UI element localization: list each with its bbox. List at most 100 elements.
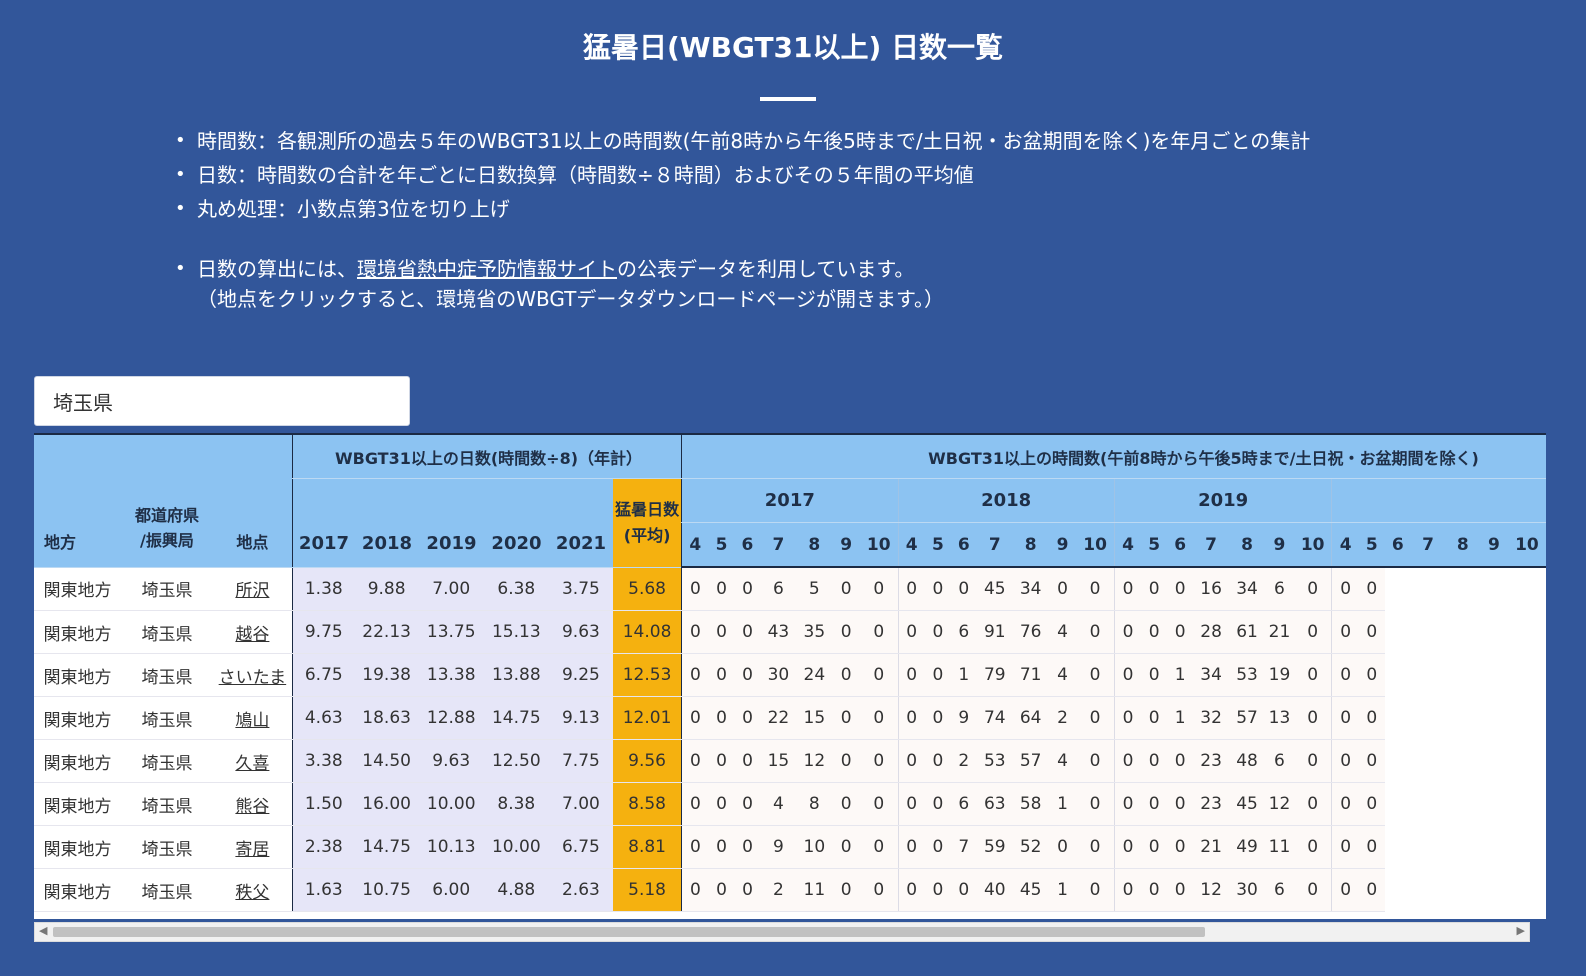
month-header: 6 [1384, 522, 1411, 568]
hours-cell: 0 [1331, 653, 1359, 697]
hours-cell: 0 [1167, 782, 1194, 826]
hours-cell: 5 [796, 567, 833, 611]
month-header: 9 [1480, 522, 1508, 568]
hours-cell: 0 [897, 567, 925, 611]
horizontal-scrollbar[interactable]: ◀ ▶ [34, 922, 1530, 942]
month-header: 9 [832, 522, 860, 568]
note-source-suffix: の公表データを利用しています。 [617, 257, 915, 281]
site-link[interactable]: さいたま [219, 668, 287, 688]
hours-cell: 0 [1076, 825, 1115, 869]
hours-cell: 0 [860, 653, 898, 697]
month-header: 9 [1264, 522, 1294, 568]
hours-cell: 0 [832, 610, 860, 654]
hours-cell: 45 [1012, 868, 1049, 912]
hours-cell: 21 [1264, 610, 1294, 654]
hours-cell: 0 [1358, 696, 1385, 740]
hours-cell: 2 [950, 739, 977, 783]
days-cell: 1.50 [291, 782, 355, 826]
hours-cell: 23 [1193, 739, 1230, 783]
hours-cell: 0 [1167, 825, 1194, 869]
hours-cell: 0 [1048, 567, 1077, 611]
hours-cell: 0 [681, 653, 709, 697]
scrollbar-thumb[interactable] [53, 927, 1205, 937]
site-link[interactable]: 所沢 [235, 581, 269, 601]
prefecture-cell: 埼玉県 [121, 610, 213, 654]
hours-cell: 0 [860, 567, 898, 611]
scroll-left-arrow-icon[interactable]: ◀ [39, 924, 47, 937]
hours-cell: 0 [734, 739, 761, 783]
avg-days-cell: 5.18 [612, 868, 682, 912]
hours-cell: 0 [897, 739, 925, 783]
prefecture-cell: 埼玉県 [121, 825, 213, 869]
hours-cell: 76 [1012, 610, 1049, 654]
hours-cell: 0 [681, 825, 709, 869]
hours-cell: 0 [1113, 610, 1142, 654]
hours-cell: 12 [796, 739, 833, 783]
avg-days-cell: 14.08 [612, 610, 682, 654]
prefecture-filter-input[interactable] [34, 376, 410, 426]
month-header: 7 [1410, 522, 1446, 568]
days-cell: 4.63 [291, 696, 355, 740]
site-link[interactable]: 秩父 [235, 883, 269, 903]
hours-cell: 24 [796, 653, 833, 697]
hours-cell: 0 [681, 739, 709, 783]
days-cell: 7.00 [418, 567, 484, 611]
hours-cell: 0 [708, 739, 735, 783]
hours-cell: 0 [708, 567, 735, 611]
hours-cell: 0 [734, 825, 761, 869]
scroll-right-arrow-icon[interactable]: ▶ [1517, 924, 1525, 937]
month-header: 5 [708, 522, 735, 568]
table-row: 関東地方 埼玉県 秩父 1.63 10.75 6.00 4.88 2.63 5.18 0 0 0 2 11… [34, 868, 1546, 912]
hours-cell: 0 [708, 696, 735, 740]
table-row: 関東地方 埼玉県 久喜 3.38 14.50 9.63 12.50 7.75 9.56 0 0 0 15… [34, 739, 1546, 783]
note-days: 日数：時間数の合計を年ごとに日数換算（時間数÷８時間）およびその５年間の平均値 [175, 158, 1310, 192]
moe-site-link[interactable]: 環境省熱中症予防情報サイト [357, 257, 617, 281]
hours-cell: 0 [1113, 696, 1142, 740]
hours-cell: 0 [1141, 610, 1168, 654]
site-cell: 秩父 [212, 868, 293, 912]
hours-cell: 0 [860, 782, 898, 826]
hours-cell: 1 [1048, 782, 1077, 826]
hours-cell: 0 [1331, 696, 1359, 740]
site-link[interactable]: 鳩山 [235, 711, 269, 731]
hours-cell: 0 [734, 653, 761, 697]
data-table-container[interactable]: 地方 都道府県 /振興局 地点 WBGT31以上の日数(時間数÷8)（年計） W… [34, 433, 1546, 919]
hours-cell: 0 [1293, 653, 1332, 697]
days-cell: 14.75 [483, 696, 549, 740]
hours-cell: 6 [950, 610, 977, 654]
hours-cell: 53 [976, 739, 1013, 783]
hours-cell: 0 [1293, 567, 1332, 611]
days-cell: 22.13 [354, 610, 419, 654]
days-cell: 8.38 [483, 782, 549, 826]
hours-cell: 6 [760, 567, 797, 611]
month-header: 9 [1048, 522, 1077, 568]
day-year-2018: 2018 [361, 532, 413, 554]
hours-cell: 19 [1264, 653, 1294, 697]
prefecture-cell: 埼玉県 [121, 653, 213, 697]
site-link[interactable]: 久喜 [235, 754, 269, 774]
hours-cell: 91 [976, 610, 1013, 654]
hours-cell: 0 [832, 782, 860, 826]
site-link[interactable]: 越谷 [235, 625, 269, 645]
month-header: 7 [760, 522, 797, 568]
hours-cell: 45 [976, 567, 1013, 611]
hours-cell: 0 [924, 825, 951, 869]
hours-cell: 61 [1229, 610, 1265, 654]
hour-year-header [1331, 478, 1546, 523]
hours-cell: 0 [1331, 610, 1359, 654]
hours-cell: 0 [1141, 825, 1168, 869]
hours-group-header: WBGT31以上の時間数(午前8時から午後5時まで/土日祝・お盆期間を除く) [681, 435, 1546, 479]
site-link[interactable]: 寄居 [235, 840, 269, 860]
site-link[interactable]: 熊谷 [235, 797, 269, 817]
avg-days-cell: 8.81 [612, 825, 682, 869]
hour-year-header: 2019 [1113, 478, 1332, 523]
avg-days-header: 猛暑日数 (平均) [612, 478, 682, 568]
hours-cell: 64 [1012, 696, 1049, 740]
hours-cell: 0 [681, 868, 709, 912]
hours-cell: 0 [1167, 868, 1194, 912]
hours-cell: 35 [796, 610, 833, 654]
days-cell: 3.75 [548, 567, 613, 611]
hours-cell: 0 [832, 868, 860, 912]
month-header: 5 [1358, 522, 1385, 568]
notes-list: 時間数：各観測所の過去５年のWBGT31以上の時間数(午前8時から午後5時まで/… [175, 124, 1310, 312]
